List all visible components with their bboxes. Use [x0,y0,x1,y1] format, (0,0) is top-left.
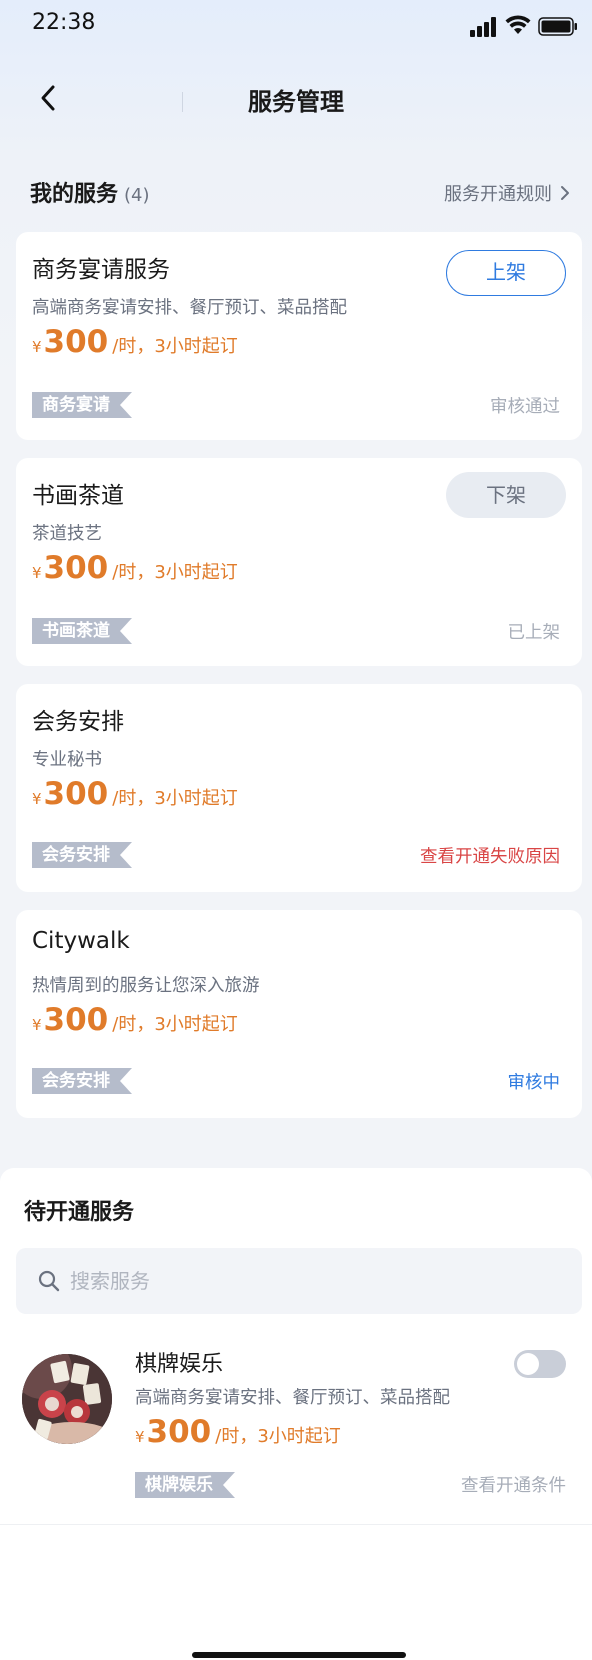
wifi-icon [505,15,531,34]
price-unit: /时，3小时起订 [215,1426,341,1447]
service-card[interactable]: 会务安排 专业秘书 ¥ 300 /时，3小时起订 会务安排 查看开通失败原因 [16,684,582,892]
signal-icon [470,17,496,37]
service-card[interactable]: 商务宴请服务 高端商务宴请安排、餐厅预订、菜品搭配 ¥ 300 /时，3小时起订… [16,232,582,440]
unlist-button[interactable]: 下架 [446,472,566,518]
service-toggle[interactable] [514,1350,566,1378]
view-conditions-link[interactable]: 查看开通条件 [461,1472,566,1497]
status-bar: 22:38 [0,0,592,50]
search-input[interactable] [70,1269,530,1293]
service-rules-link[interactable]: 服务开通规则 [444,180,570,206]
price-unit: /时，3小时起订 [112,562,238,583]
price-currency: ¥ [32,564,42,582]
service-status: 审核中 [507,1073,561,1093]
search-icon [38,1270,60,1292]
price-value: 300 [146,1414,212,1450]
view-failure-reason-link[interactable]: 查看开通失败原因 [420,843,560,868]
pending-services-title: 待开通服务 [24,1200,135,1225]
service-description: 高端商务宴请安排、餐厅预订、菜品搭配 [32,298,347,318]
toggle-knob [517,1353,539,1375]
page-title: 服务管理 [248,88,344,116]
bottom-blank-area [0,1525,592,1660]
price-value: 300 [43,1002,109,1038]
price-unit: /时，3小时起订 [112,336,238,357]
service-price: ¥ 300 /时，3小时起订 [32,776,238,812]
service-title: 棋牌娱乐 [135,1352,224,1377]
service-title: 书画茶道 [32,483,124,509]
service-price: ¥ 300 /时，3小时起订 [32,1002,238,1038]
price-unit: /时，3小时起订 [112,788,238,809]
service-description: 专业秘书 [32,750,102,770]
price-value: 300 [43,776,109,812]
service-card[interactable]: Citywalk 热情周到的服务让您深入旅游 ¥ 300 /时，3小时起订 会务… [16,910,582,1118]
service-tag: 会务安排 [32,842,132,868]
my-services-title: 我的服务 [30,182,119,207]
price-value: 300 [43,550,109,586]
chevron-right-icon [561,186,569,200]
my-services-header: 我的服务 (4) 服务开通规则 [30,176,570,210]
service-description: 热情周到的服务让您深入旅游 [32,976,260,996]
service-avatar [22,1354,112,1444]
price-unit: /时，3小时起订 [112,1014,238,1035]
pending-service-item[interactable]: 棋牌娱乐 高端商务宴请安排、餐厅预订、菜品搭配 ¥ 300 /时，3小时起订 棋… [0,1328,592,1518]
service-price: ¥ 300 /时，3小时起订 [32,550,238,586]
service-status: 审核通过 [490,397,560,417]
price-currency: ¥ [32,790,42,808]
service-tag: 书画茶道 [32,618,132,644]
service-tag: 棋牌娱乐 [135,1472,235,1498]
service-title: 商务宴请服务 [32,257,170,283]
service-tag: 会务安排 [32,1068,132,1094]
price-currency: ¥ [32,338,42,356]
search-box[interactable] [16,1248,582,1314]
nav-bar: 服务管理 [0,68,592,128]
pending-services-panel: 待开通服务 棋牌娱乐 高端商务宴请安排、餐厅预订、菜品搭配 [0,1168,592,1524]
service-description: 高端商务宴请安排、餐厅预订、菜品搭配 [135,1388,450,1408]
service-status: 已上架 [507,623,561,643]
service-price: ¥ 300 /时，3小时起订 [135,1414,341,1450]
price-value: 300 [43,324,109,360]
service-price: ¥ 300 /时，3小时起订 [32,324,238,360]
service-title: Citywalk [32,928,130,954]
price-currency: ¥ [32,1016,42,1034]
battery-icon [538,17,577,36]
list-button[interactable]: 上架 [446,250,566,296]
price-currency: ¥ [135,1428,145,1446]
service-description: 茶道技艺 [32,524,102,544]
status-time: 22:38 [32,10,96,35]
service-card[interactable]: 书画茶道 茶道技艺 ¥ 300 /时，3小时起订 书画茶道 已上架 下架 [16,458,582,666]
service-rules-label: 服务开通规则 [444,184,552,205]
my-services-count: (4) [124,185,150,206]
service-tag: 商务宴请 [32,392,132,418]
service-title: 会务安排 [32,709,124,735]
home-indicator [192,1652,406,1658]
